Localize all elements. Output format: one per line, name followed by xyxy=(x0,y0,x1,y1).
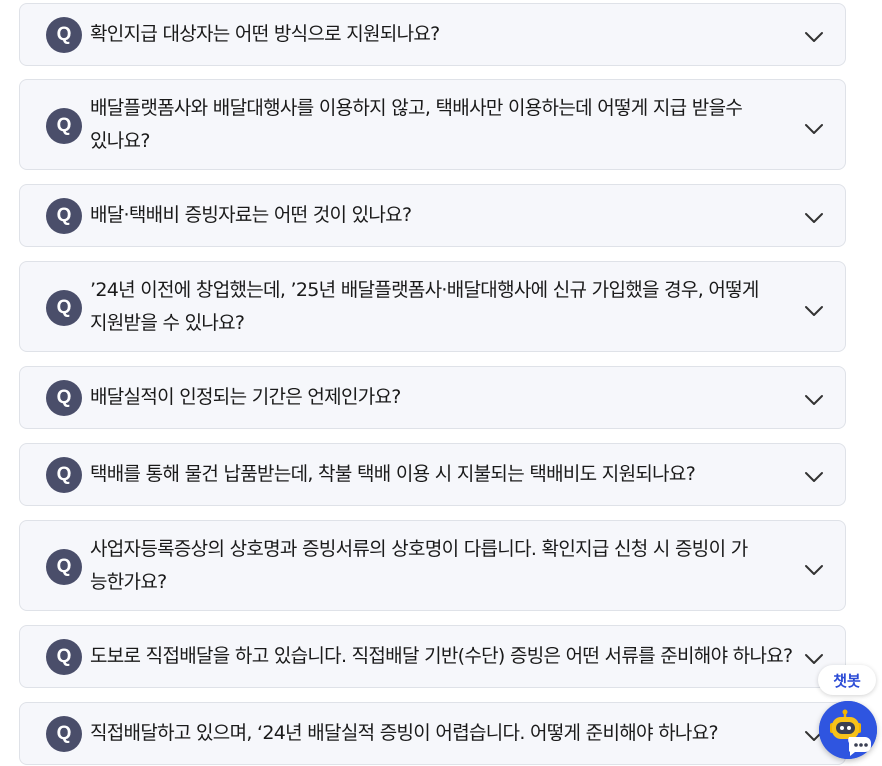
faq-item[interactable]: Q 택배를 통해 물건 납품받는데, 착불 택배 이용 시 지불되는 택배비도 … xyxy=(19,443,846,506)
chevron-down-icon[interactable] xyxy=(803,122,825,136)
faq-question: ’24년 이전에 창업했는데, ’25년 배달플랫폼사·배달대행사에 신규 가입… xyxy=(90,279,759,334)
q-badge: Q xyxy=(46,380,82,416)
q-badge: Q xyxy=(46,290,82,326)
faq-question: 배달플랫폼사와 배달대행사를 이용하지 않고, 택배사만 이용하는데 어떻게 지… xyxy=(90,97,743,152)
faq-item[interactable]: Q 확인지급 대상자는 어떤 방식으로 지원되나요? xyxy=(19,3,846,66)
faq-item[interactable]: Q 배달실적이 인정되는 기간은 언제인가요? xyxy=(19,366,846,429)
faq-question: 택배를 통해 물건 납품받는데, 착불 택배 이용 시 지불되는 택배비도 지원… xyxy=(90,463,696,485)
chevron-down-icon[interactable] xyxy=(803,393,825,407)
faq-question: 도보로 직접배달을 하고 있습니다. 직접배달 기반(수단) 증빙은 어떤 서류… xyxy=(90,645,793,667)
faq-question: 배달실적이 인정되는 기간은 언제인가요? xyxy=(90,386,401,408)
q-badge: Q xyxy=(46,457,82,493)
chatbot-label[interactable]: 챗봇 xyxy=(818,665,876,695)
faq-list: Q 확인지급 대상자는 어떤 방식으로 지원되나요? Q 배달플랫폼사와 배달대… xyxy=(0,0,882,766)
faq-item[interactable]: Q 직접배달하고 있으며, ‘24년 배달실적 증빙이 어렵습니다. 어떻게 준… xyxy=(19,702,846,765)
q-badge: Q xyxy=(46,198,82,234)
q-badge: Q xyxy=(46,716,82,752)
robot-chat-icon xyxy=(819,701,877,759)
q-badge: Q xyxy=(46,639,82,675)
faq-question: 직접배달하고 있으며, ‘24년 배달실적 증빙이 어렵습니다. 어떻게 준비해… xyxy=(90,722,719,744)
chevron-down-icon[interactable] xyxy=(803,304,825,318)
q-badge: Q xyxy=(46,549,82,585)
q-badge: Q xyxy=(46,17,82,53)
chevron-down-icon[interactable] xyxy=(803,470,825,484)
q-badge: Q xyxy=(46,108,82,144)
chevron-down-icon[interactable] xyxy=(803,30,825,44)
faq-item[interactable]: Q 도보로 직접배달을 하고 있습니다. 직접배달 기반(수단) 증빙은 어떤 … xyxy=(19,625,846,688)
faq-item[interactable]: Q 배달플랫폼사와 배달대행사를 이용하지 않고, 택배사만 이용하는데 어떻게… xyxy=(19,79,846,170)
faq-item[interactable]: Q 배달·택배비 증빙자료는 어떤 것이 있나요? xyxy=(19,184,846,247)
chevron-down-icon[interactable] xyxy=(803,211,825,225)
chatbot-widget[interactable]: 챗봇 xyxy=(816,661,882,766)
faq-question: 배달·택배비 증빙자료는 어떤 것이 있나요? xyxy=(90,204,412,226)
faq-question: 사업자등록증상의 상호명과 증빙서류의 상호명이 다릅니다. 확인지급 신청 시… xyxy=(90,538,748,593)
faq-item[interactable]: Q 사업자등록증상의 상호명과 증빙서류의 상호명이 다릅니다. 확인지급 신청… xyxy=(19,520,846,611)
faq-question: 확인지급 대상자는 어떤 방식으로 지원되나요? xyxy=(90,23,440,45)
faq-item[interactable]: Q ’24년 이전에 창업했는데, ’25년 배달플랫폼사·배달대행사에 신규 … xyxy=(19,261,846,352)
chatbot-button[interactable] xyxy=(819,701,877,759)
chevron-down-icon[interactable] xyxy=(803,563,825,577)
